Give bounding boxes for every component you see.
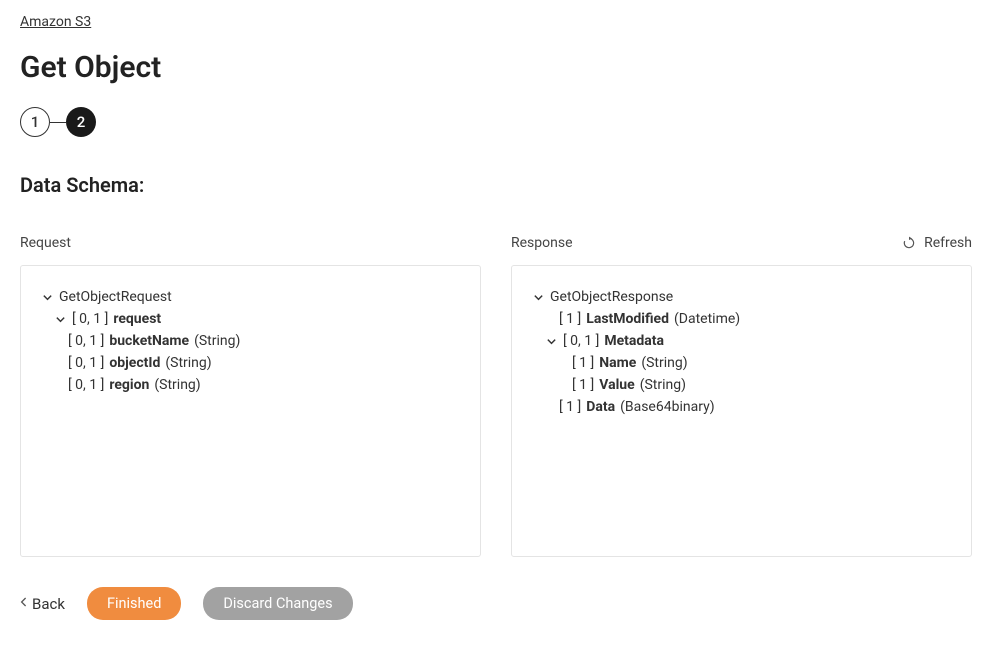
caret-down-icon[interactable] — [54, 313, 67, 326]
field-type: (String) — [641, 355, 687, 371]
refresh-icon — [902, 236, 916, 250]
field-row: [ 1 ] Data (Base64binary) — [559, 396, 951, 418]
response-column: Response Refresh GetObjectResponse [ 1 ]… — [511, 231, 972, 557]
field-name: request — [113, 311, 161, 327]
caret-down-icon[interactable] — [545, 335, 558, 348]
footer-actions: Back Finished Discard Changes — [20, 587, 972, 620]
response-schema-box: GetObjectResponse [ 1 ] LastModified (Da… — [511, 265, 972, 557]
cardinality: [ 0, 1 ] — [563, 333, 599, 349]
section-heading: Data Schema: — [20, 173, 972, 197]
refresh-button[interactable]: Refresh — [902, 235, 972, 251]
metadata-row: [ 0, 1 ] Metadata — [545, 330, 951, 352]
caret-down-icon[interactable] — [532, 291, 545, 304]
field-type: (Base64binary) — [620, 399, 715, 415]
cardinality: [ 1 ] — [572, 355, 594, 371]
request-column: Request GetObjectRequest [ 0, 1 ] reques… — [20, 231, 481, 557]
cardinality: [ 1 ] — [559, 399, 581, 415]
refresh-label: Refresh — [924, 235, 972, 251]
field-row: [ 1 ] Value (String) — [572, 374, 951, 396]
field-type: (String) — [165, 355, 211, 371]
cardinality: [ 0, 1 ] — [68, 333, 104, 349]
cardinality: [ 0, 1 ] — [68, 377, 104, 393]
field-type: (String) — [194, 333, 240, 349]
field-name: Metadata — [604, 333, 664, 349]
cardinality: [ 1 ] — [559, 311, 581, 327]
field-row: [ 1 ] LastModified (Datetime) — [559, 308, 951, 330]
field-name: Value — [599, 377, 634, 393]
field-type: (String) — [640, 377, 686, 393]
field-name: LastModified — [586, 311, 669, 327]
response-title: Response — [511, 235, 573, 251]
field-type: (String) — [154, 377, 200, 393]
cardinality: [ 0, 1 ] — [68, 355, 104, 371]
field-row: [ 0, 1 ] bucketName (String) — [68, 330, 460, 352]
step-1[interactable]: 1 — [20, 107, 50, 137]
field-name: Name — [599, 355, 636, 371]
request-child-row: [ 0, 1 ] request — [54, 308, 460, 330]
request-title: Request — [20, 235, 71, 251]
field-name: region — [109, 377, 149, 393]
request-root-name: GetObjectRequest — [59, 289, 172, 305]
response-root-row: GetObjectResponse — [532, 286, 951, 308]
field-name: bucketName — [109, 333, 189, 349]
step-connector — [50, 122, 66, 123]
field-name: objectId — [109, 355, 160, 371]
back-button[interactable]: Back — [20, 595, 65, 613]
cardinality: [ 0, 1 ] — [72, 311, 108, 327]
cardinality: [ 1 ] — [572, 377, 594, 393]
field-type: (Datetime) — [674, 311, 740, 327]
step-indicator: 1 2 — [20, 107, 972, 137]
page-title: Get Object — [20, 50, 972, 85]
step-2[interactable]: 2 — [66, 107, 96, 137]
field-name: Data — [586, 399, 615, 415]
chevron-left-icon — [20, 596, 28, 611]
discard-changes-button[interactable]: Discard Changes — [203, 587, 352, 620]
request-schema-box: GetObjectRequest [ 0, 1 ] request [ 0, 1… — [20, 265, 481, 557]
caret-down-icon[interactable] — [41, 291, 54, 304]
breadcrumb-link[interactable]: Amazon S3 — [20, 14, 91, 30]
response-root-name: GetObjectResponse — [550, 289, 673, 305]
field-row: [ 0, 1 ] region (String) — [68, 374, 460, 396]
field-row: [ 0, 1 ] objectId (String) — [68, 352, 460, 374]
back-label: Back — [32, 595, 65, 613]
field-row: [ 1 ] Name (String) — [572, 352, 951, 374]
finished-button[interactable]: Finished — [87, 587, 181, 620]
request-root-row: GetObjectRequest — [41, 286, 460, 308]
